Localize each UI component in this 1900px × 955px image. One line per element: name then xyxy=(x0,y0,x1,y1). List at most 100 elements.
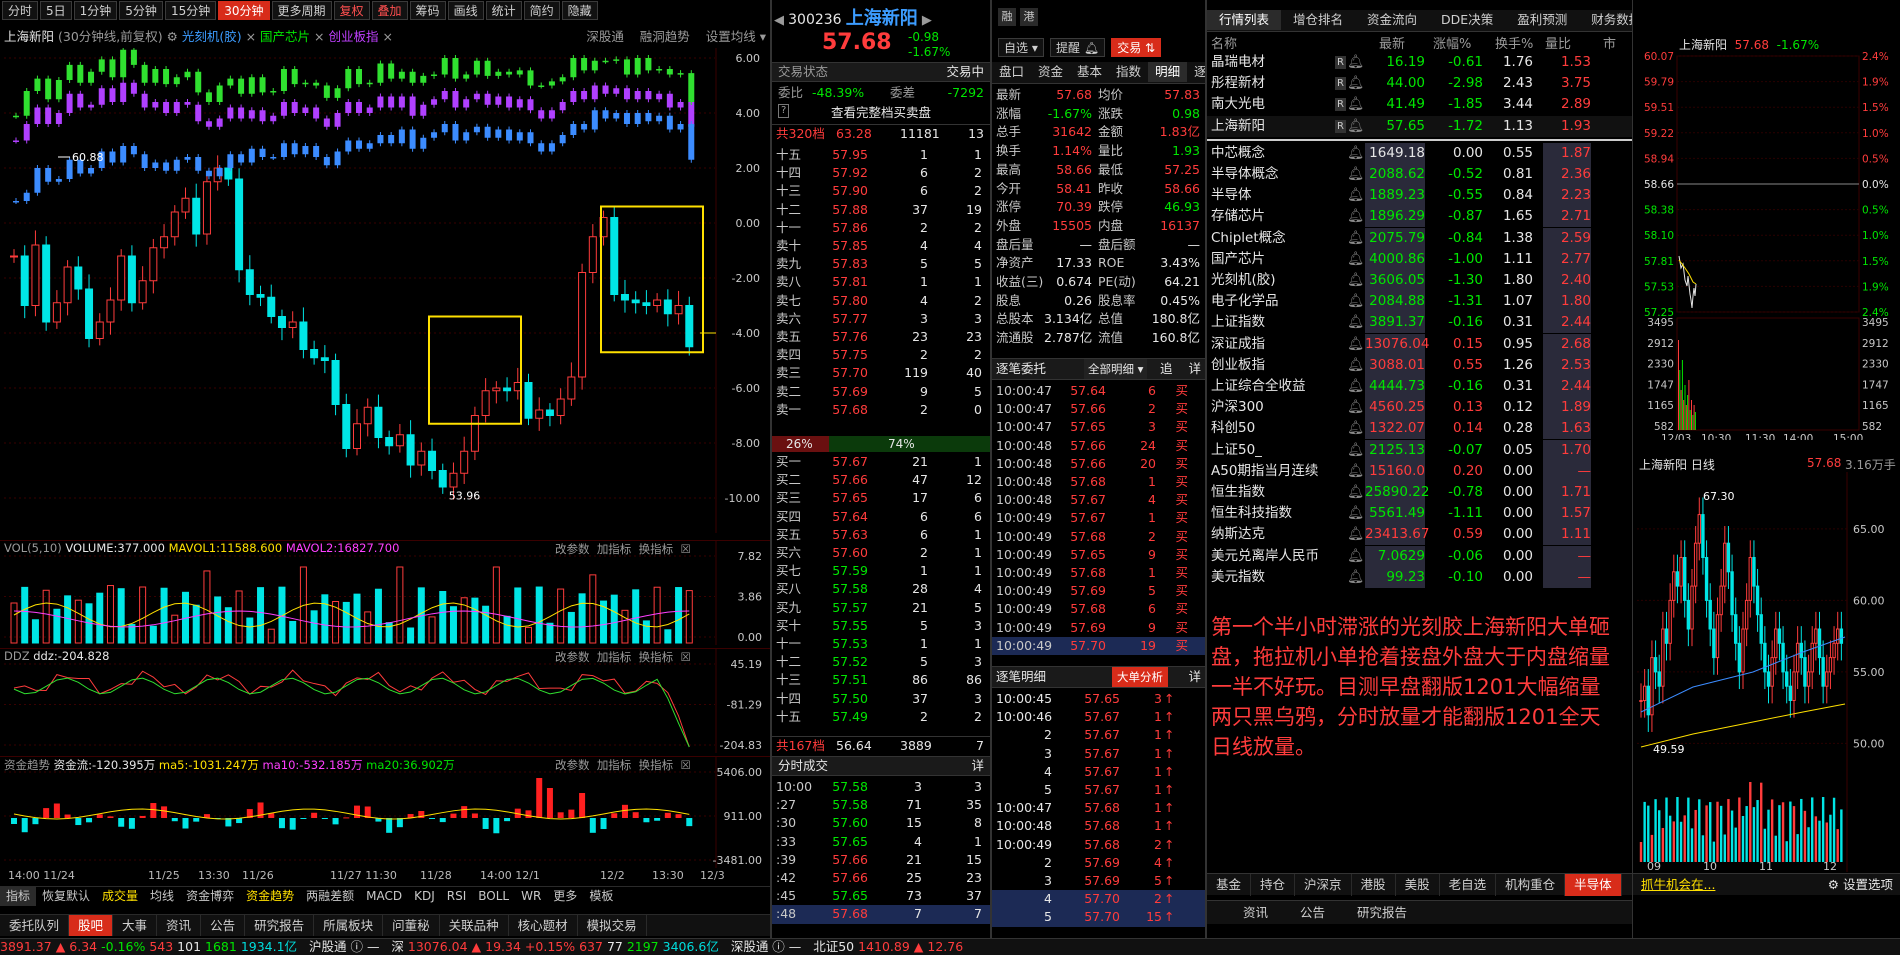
entrust-row[interactable]: 10:00:49 57.69 5 买 xyxy=(992,582,1205,600)
bottom-tab-10[interactable]: 模拟交易 xyxy=(578,915,647,936)
tick-row[interactable]: :42 57.66 25 23 xyxy=(772,869,990,887)
help-icon[interactable]: ? xyxy=(778,104,790,118)
trade-detail-row[interactable]: 4 57.67 1 ↑ xyxy=(992,763,1205,781)
gear-icon[interactable]: ⚙ xyxy=(167,29,178,44)
sell-level-row[interactable]: 十四 57.92 6 2 xyxy=(772,164,990,182)
candle-body[interactable] xyxy=(588,236,597,273)
entrust-detail-button[interactable]: 详 xyxy=(1188,359,1201,379)
trade-detail-row[interactable]: 10:00:48 57.68 1 ↑ xyxy=(992,817,1205,835)
tool-3-button[interactable]: 简约 xyxy=(523,1,560,20)
entrust-row[interactable]: 10:00:47 57.65 3 买 xyxy=(992,418,1205,436)
candle-body[interactable] xyxy=(578,272,587,378)
sell-level-row[interactable]: 卖二 57.69 9 5 xyxy=(772,383,990,401)
close-icon[interactable]: ☒ xyxy=(680,542,690,556)
bell-icon[interactable]: 🔔︎ xyxy=(1347,376,1364,397)
hk-connect-sh[interactable]: 沪股通 xyxy=(309,939,347,954)
watch-row[interactable]: 恒生指数 🔔︎ 25890.22 -0.78 0.00 1.71 xyxy=(1207,482,1632,503)
buy-level-row[interactable]: 买三 57.65 17 6 xyxy=(772,489,990,507)
sell-level-row[interactable]: 十五 57.95 1 1 xyxy=(772,146,990,164)
tool-4-button[interactable]: 隐藏 xyxy=(561,1,598,20)
watch-row[interactable]: 存储芯片 🔔︎ 1896.29 -0.87 1.65 2.71 xyxy=(1207,206,1632,228)
indicator-tab-11[interactable]: WR xyxy=(515,887,547,906)
indicator-tab-9[interactable]: RSI xyxy=(441,887,473,906)
candle-body[interactable] xyxy=(127,255,136,304)
trade-detail-row[interactable]: 5 57.70 15 ↑ xyxy=(992,908,1205,927)
news-tab-1[interactable]: 公告 xyxy=(1284,901,1341,925)
bottom-tab-7[interactable]: 问董秘 xyxy=(383,915,440,936)
watch-row[interactable]: 恒生科技指数 🔔︎ 5561.49 -1.11 0.00 1.57 xyxy=(1207,503,1632,525)
entrust-row[interactable]: 10:00:48 57.67 4 买 xyxy=(992,491,1205,509)
indicator-tab-4[interactable]: 资金博弈 xyxy=(180,887,240,906)
watch-row[interactable]: 电子化学品 🔔︎ 2084.88 -1.31 1.07 1.80 xyxy=(1207,291,1632,313)
indicator-tab-5[interactable]: 资金趋势 xyxy=(240,887,300,906)
sell-level-row[interactable]: 卖一 57.68 2 0 xyxy=(772,401,990,419)
candle-body[interactable] xyxy=(85,288,94,339)
candle-body[interactable] xyxy=(524,382,533,419)
quote-tab-2[interactable]: 基本 xyxy=(1070,62,1109,82)
entrust-row[interactable]: 10:00:48 57.68 1 买 xyxy=(992,473,1205,491)
candle-body[interactable] xyxy=(170,211,179,238)
right-tab-4[interactable]: 美股 xyxy=(1396,874,1440,896)
candle-body[interactable] xyxy=(620,294,629,301)
period-4-button[interactable]: 15分钟 xyxy=(164,1,217,20)
vol-edit-params[interactable]: 改参数 xyxy=(555,542,590,556)
candle-body[interactable] xyxy=(31,244,40,306)
candle-body[interactable] xyxy=(631,299,640,304)
news-tab-0[interactable]: 资讯 xyxy=(1227,901,1284,925)
candle-body[interactable] xyxy=(181,197,190,213)
watch-row[interactable]: 美元兑离岸人民币 🔔︎ 7.0629 -0.06 0.00 — xyxy=(1207,545,1632,567)
candle-body[interactable] xyxy=(417,450,426,466)
period-3-button[interactable]: 5分钟 xyxy=(119,1,163,20)
mini-intraday-chart[interactable]: 60.07 2.4% 59.79 1.9% 59.51 1.5% 59.22 1.0% 58.9… xyxy=(1633,50,1900,440)
candle-body[interactable] xyxy=(642,302,651,306)
sell-level-row[interactable]: 卖八 57.81 1 1 xyxy=(772,273,990,291)
fund-add-indicator[interactable]: 加指标 xyxy=(597,758,632,772)
sell-level-row[interactable]: 十三 57.90 6 2 xyxy=(772,182,990,200)
candle-body[interactable] xyxy=(288,321,297,328)
tick-row[interactable]: :39 57.66 21 15 xyxy=(772,851,990,869)
tool-2-button[interactable]: 统计 xyxy=(485,1,522,20)
bottom-tab-0[interactable]: 委托队列 xyxy=(0,915,70,936)
candle-body[interactable] xyxy=(299,321,308,350)
bottom-tab-4[interactable]: 公告 xyxy=(201,915,246,936)
watch-header-4[interactable]: 量比 xyxy=(1545,33,1571,52)
buy-level-row[interactable]: 买七 57.59 1 1 xyxy=(772,562,990,580)
bottom-tab-2[interactable]: 大事 xyxy=(113,915,158,936)
candle-body[interactable] xyxy=(567,376,576,400)
candle-body[interactable] xyxy=(363,406,372,425)
quote-tab-3[interactable]: 指数 xyxy=(1109,62,1148,82)
candle-body[interactable] xyxy=(556,398,565,416)
tick-row[interactable]: :48 57.68 7 7 xyxy=(772,905,990,924)
entrust-row[interactable]: 10:00:47 57.66 2 买 xyxy=(992,400,1205,418)
period-0-button[interactable]: 分时 xyxy=(2,1,39,20)
candle-body[interactable] xyxy=(406,434,415,466)
candle-body[interactable] xyxy=(320,357,329,361)
bell-icon[interactable]: 🔔︎ xyxy=(1347,291,1364,312)
fund-switch-indicator[interactable]: 换指标 xyxy=(639,758,674,772)
candle-body[interactable] xyxy=(10,255,18,258)
next-arrow-icon[interactable]: ▶ xyxy=(922,13,932,28)
watch-row[interactable]: 美元指数 🔔︎ 99.23 -0.10 0.00 — xyxy=(1207,566,1632,588)
candle-body[interactable] xyxy=(192,197,201,235)
news-tab-2[interactable]: 研究报告 xyxy=(1341,901,1423,925)
bell-icon[interactable]: 🔔︎ xyxy=(1347,206,1364,227)
indicator-tab-2[interactable]: 成交量 xyxy=(96,887,144,906)
tick-row[interactable]: :30 57.60 15 8 xyxy=(772,814,990,832)
sell-level-row[interactable]: 十一 57.86 2 2 xyxy=(772,219,990,237)
tick-row[interactable]: :45 57.65 73 37 xyxy=(772,887,990,905)
buy-level-row[interactable]: 买十 57.55 5 3 xyxy=(772,617,990,635)
watch-row[interactable]: 半导体概念 🔔︎ 2088.62 -0.52 0.81 2.36 xyxy=(1207,164,1632,185)
bell-icon[interactable]: 🔔︎ xyxy=(1347,228,1364,249)
vol-switch-indicator[interactable]: 换指标 xyxy=(639,542,674,556)
overlay-2-close-icon[interactable]: × xyxy=(314,29,324,44)
trade-detail-row[interactable]: 2 57.67 1 ↑ xyxy=(992,726,1205,744)
candle-body[interactable] xyxy=(52,302,61,323)
bell-icon[interactable]: 🔔︎ xyxy=(1347,334,1364,355)
entrust-row[interactable]: 10:00:49 57.67 1 买 xyxy=(992,509,1205,527)
watch-tab-5[interactable]: 财务数据 xyxy=(1579,10,1632,30)
trade-detail-row[interactable]: 3 57.67 1 ↑ xyxy=(992,745,1205,763)
tool-0-button[interactable]: 筹码 xyxy=(409,1,446,20)
candle-body[interactable] xyxy=(331,360,340,405)
sell-level-row[interactable]: 卖六 57.77 3 3 xyxy=(772,310,990,328)
full-book-label[interactable]: 查看完整档买卖盘 xyxy=(831,105,931,120)
